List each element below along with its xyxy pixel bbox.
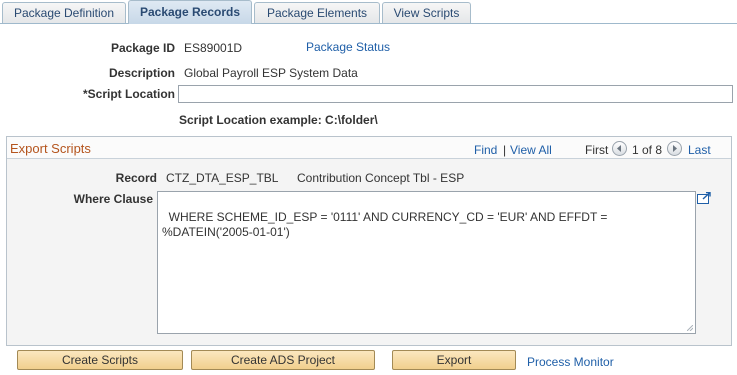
next-row-button[interactable]	[667, 141, 682, 156]
script-location-label: *Script Location	[82, 87, 175, 101]
expand-textarea-icon[interactable]	[697, 192, 711, 204]
package-status-link[interactable]: Package Status	[306, 40, 390, 54]
resize-grip-icon[interactable]	[687, 325, 693, 331]
first-label: First	[585, 143, 609, 157]
record-label: Record	[115, 171, 157, 185]
chevron-left-icon	[617, 145, 621, 152]
record-value: CTZ_DTA_ESP_TBL	[166, 171, 279, 185]
chevron-right-icon	[673, 145, 677, 152]
package-id-value: ES89001D	[184, 41, 243, 55]
last-link[interactable]: Last	[688, 143, 711, 157]
where-clause-text: WHERE SCHEME_ID_ESP = '0111' AND CURRENC…	[162, 210, 608, 239]
where-clause-label: Where Clause	[73, 192, 153, 206]
nav-separator: |	[503, 143, 507, 157]
export-scripts-header: Export Scripts Find | View All First 1 o…	[7, 137, 731, 159]
tab-package-records[interactable]: Package Records	[128, 0, 252, 24]
description-label: Description	[108, 66, 175, 80]
description-value: Global Payroll ESP System Data	[184, 66, 358, 80]
previous-row-button[interactable]	[612, 141, 627, 156]
tab-view-scripts[interactable]: View Scripts	[382, 2, 471, 24]
tabs-divider	[0, 23, 737, 24]
page-tabs: Package Definition Package Records Packa…	[0, 0, 737, 24]
create-scripts-button[interactable]: Create Scripts	[17, 350, 183, 370]
tab-package-definition[interactable]: Package Definition	[2, 2, 126, 24]
export-scripts-title: Export Scripts	[10, 141, 91, 156]
where-clause-textarea[interactable]: WHERE SCHEME_ID_ESP = '0111' AND CURRENC…	[157, 191, 696, 334]
script-location-input[interactable]	[178, 85, 733, 103]
package-id-label: Package ID	[110, 41, 175, 55]
create-ads-project-button[interactable]: Create ADS Project	[191, 350, 375, 370]
script-location-example: Script Location example: C:\folder\	[179, 113, 378, 127]
find-link[interactable]: Find	[474, 143, 497, 157]
export-button[interactable]: Export	[392, 350, 516, 370]
tab-package-elements[interactable]: Package Elements	[254, 2, 380, 24]
row-position: 1 of 8	[632, 143, 663, 157]
process-monitor-link[interactable]: Process Monitor	[527, 355, 614, 369]
view-all-link[interactable]: View All	[510, 143, 552, 157]
record-description: Contribution Concept Tbl - ESP	[297, 171, 465, 185]
